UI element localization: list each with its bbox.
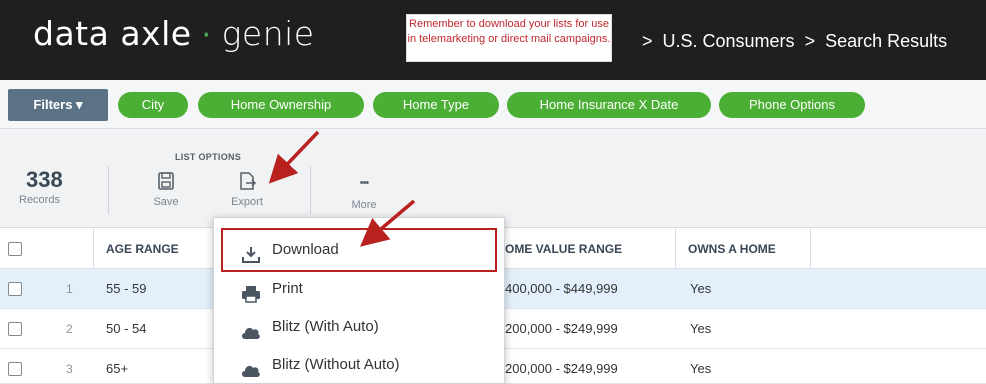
column-header-home-value-range[interactable]: OME VALUE RANGE xyxy=(495,229,675,269)
menu-item-label: Blitz (Without Auto) xyxy=(272,356,400,373)
cell-home-value-range: 200,000 - $249,999 xyxy=(505,361,618,376)
logo[interactable]: data axle · genie xyxy=(33,14,315,53)
cell-owns-a-home: Yes xyxy=(690,361,712,376)
filter-chip-home-ownership[interactable]: Home Ownership xyxy=(198,92,364,118)
row-number: 3 xyxy=(66,362,73,376)
toolbar-divider xyxy=(310,166,311,214)
record-count-label: Records xyxy=(19,194,60,206)
cell-age-range: 65+ xyxy=(106,361,129,376)
save-label: Save xyxy=(153,196,179,208)
more-button[interactable]: ••• More xyxy=(339,174,389,211)
cloud-icon xyxy=(240,356,262,377)
toolbar-divider xyxy=(108,166,109,214)
print-icon xyxy=(240,280,262,303)
download-highlight-box xyxy=(221,228,497,272)
cell-home-value-range: 400,000 - $449,999 xyxy=(505,281,618,296)
more-icon: ••• xyxy=(359,177,370,189)
cloud-icon xyxy=(240,318,262,339)
cell-age-range: 55 - 59 xyxy=(106,281,147,296)
list-options-heading: LIST OPTIONS xyxy=(175,152,242,162)
cell-owns-a-home: Yes xyxy=(690,321,712,336)
cell-owns-a-home: Yes xyxy=(690,281,712,296)
filter-chip-home-type[interactable]: Home Type xyxy=(373,92,499,118)
record-count: 338 xyxy=(26,167,63,192)
filter-chip-city[interactable]: City xyxy=(118,92,188,118)
download-reminder-banner: Remember to download your lists for use … xyxy=(406,14,612,62)
row-number: 1 xyxy=(66,282,73,296)
save-icon xyxy=(141,171,191,193)
menu-item-print[interactable]: Print xyxy=(214,270,504,308)
menu-item-blitz-without-auto[interactable]: Blitz (Without Auto) xyxy=(214,346,504,384)
export-button[interactable]: Export xyxy=(222,171,272,208)
row-checkbox[interactable] xyxy=(8,282,22,296)
filter-bar: Filters ▾ City Home Ownership Home Type … xyxy=(0,80,986,129)
row-checkbox[interactable] xyxy=(8,362,22,376)
logo-sub: genie xyxy=(221,14,315,53)
menu-item-label: Blitz (With Auto) xyxy=(272,318,379,335)
column-header-age-range[interactable]: AGE RANGE xyxy=(93,229,213,269)
row-checkbox[interactable] xyxy=(8,322,22,336)
logo-main: data axle xyxy=(33,14,192,53)
app-header: data axle · genie Remember to download you… xyxy=(0,0,986,80)
export-label: Export xyxy=(231,196,263,208)
more-label: More xyxy=(351,199,377,211)
row-number: 2 xyxy=(66,322,73,336)
breadcrumb-us-consumers[interactable]: U.S. Consumers xyxy=(663,31,795,51)
cell-home-value-range: 200,000 - $249,999 xyxy=(505,321,618,336)
filters-button[interactable]: Filters ▾ xyxy=(8,89,108,121)
column-header-owns-a-home[interactable]: OWNS A HOME xyxy=(675,229,810,269)
export-icon xyxy=(222,171,272,193)
breadcrumb-separator: > xyxy=(804,31,816,51)
column-header-empty xyxy=(810,229,986,269)
filter-chip-home-insurance-x-date[interactable]: Home Insurance X Date xyxy=(507,92,711,118)
select-all-checkbox[interactable] xyxy=(8,242,22,256)
breadcrumb-separator: > xyxy=(642,31,653,51)
filter-chip-phone-options[interactable]: Phone Options xyxy=(719,92,865,118)
cell-age-range: 50 - 54 xyxy=(106,321,147,336)
breadcrumb: > U.S. Consumers > Search Results xyxy=(632,31,947,52)
menu-item-blitz-with-auto[interactable]: Blitz (With Auto) xyxy=(214,308,504,346)
menu-item-label: Print xyxy=(272,280,303,297)
save-button[interactable]: Save xyxy=(141,171,191,208)
logo-dot: · xyxy=(201,18,212,53)
breadcrumb-search-results: Search Results xyxy=(825,31,948,51)
